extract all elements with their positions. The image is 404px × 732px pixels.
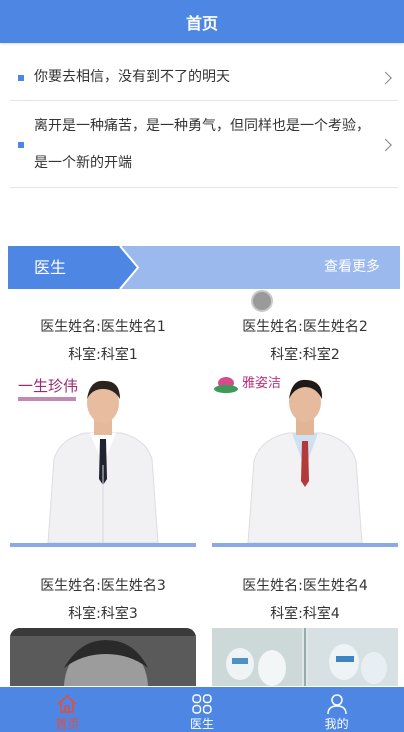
loading-indicator [251,290,273,312]
doctor-card[interactable]: 医生姓名:医生姓名2 科室:科室2 雅姿洁 [212,313,398,547]
brand-logo: 一生珍伟 [18,377,78,395]
section-tab: 医生 [8,246,148,289]
home-icon [57,694,77,713]
doctor-dept: 科室:科室4 [270,606,340,622]
doctor-dept: 科室:科室3 [68,606,138,622]
notice-text: 离开是一种痛苦，是一种勇气，但同样也是一个考验，是一个新的开端 [34,117,370,171]
doctor-card[interactable]: 医生姓名:医生姓名4 科室:科室4 [212,572,398,686]
notice-item[interactable]: 你要去相信，没有到不了的明天 [10,55,398,101]
doctor-card[interactable]: 医生姓名:医生姓名3 科室:科室3 [10,572,196,686]
nav-profile-label: 我的 [324,717,349,731]
doctor-card[interactable]: 医生姓名:医生姓名1 科室:科室1 一生珍伟 [10,313,196,547]
notice-item[interactable]: 离开是一种痛苦，是一种勇气，但同样也是一个考验，是一个新的开端 [10,102,398,188]
doctor-name: 医生姓名:医生姓名1 [40,319,166,335]
brand-logo: 雅姿洁 [242,375,281,391]
bullet-icon [18,141,24,148]
doctor-dept: 科室:科室2 [270,347,340,363]
nav-home[interactable]: 首页 [0,687,135,732]
nav-home-label: 首页 [55,717,80,731]
user-icon [326,694,347,715]
top-bar: 首页 [0,0,404,43]
doctor-name: 医生姓名:医生姓名2 [242,319,368,335]
nav-doctors[interactable]: 医生 [135,687,270,732]
section-title: 医生 [34,258,67,277]
card-underline [212,543,398,547]
tab-arrow-shape [8,246,140,289]
grid-icon [192,694,212,714]
page-title: 首页 [185,13,218,33]
doctor-photo [212,628,398,686]
bottom-nav: 首页 医生 我的 [0,687,404,732]
doctor-dept: 科室:科室1 [68,347,138,363]
nav-doctors-label: 医生 [190,717,215,731]
doctor-name: 医生姓名:医生姓名4 [242,578,368,594]
doctor-photo: 雅姿洁 [212,369,398,543]
doctor-name: 医生姓名:医生姓名3 [40,578,166,594]
view-more-link[interactable]: 查看更多 [324,246,380,289]
card-underline [10,543,196,547]
nav-profile[interactable]: 我的 [269,687,404,732]
doctor-section-header: 医生 查看更多 [8,246,400,289]
bullet-icon [18,74,24,81]
notice-text: 你要去相信，没有到不了的明天 [34,69,230,85]
doctor-photo: 一生珍伟 [10,369,196,543]
doctor-photo [10,628,196,686]
